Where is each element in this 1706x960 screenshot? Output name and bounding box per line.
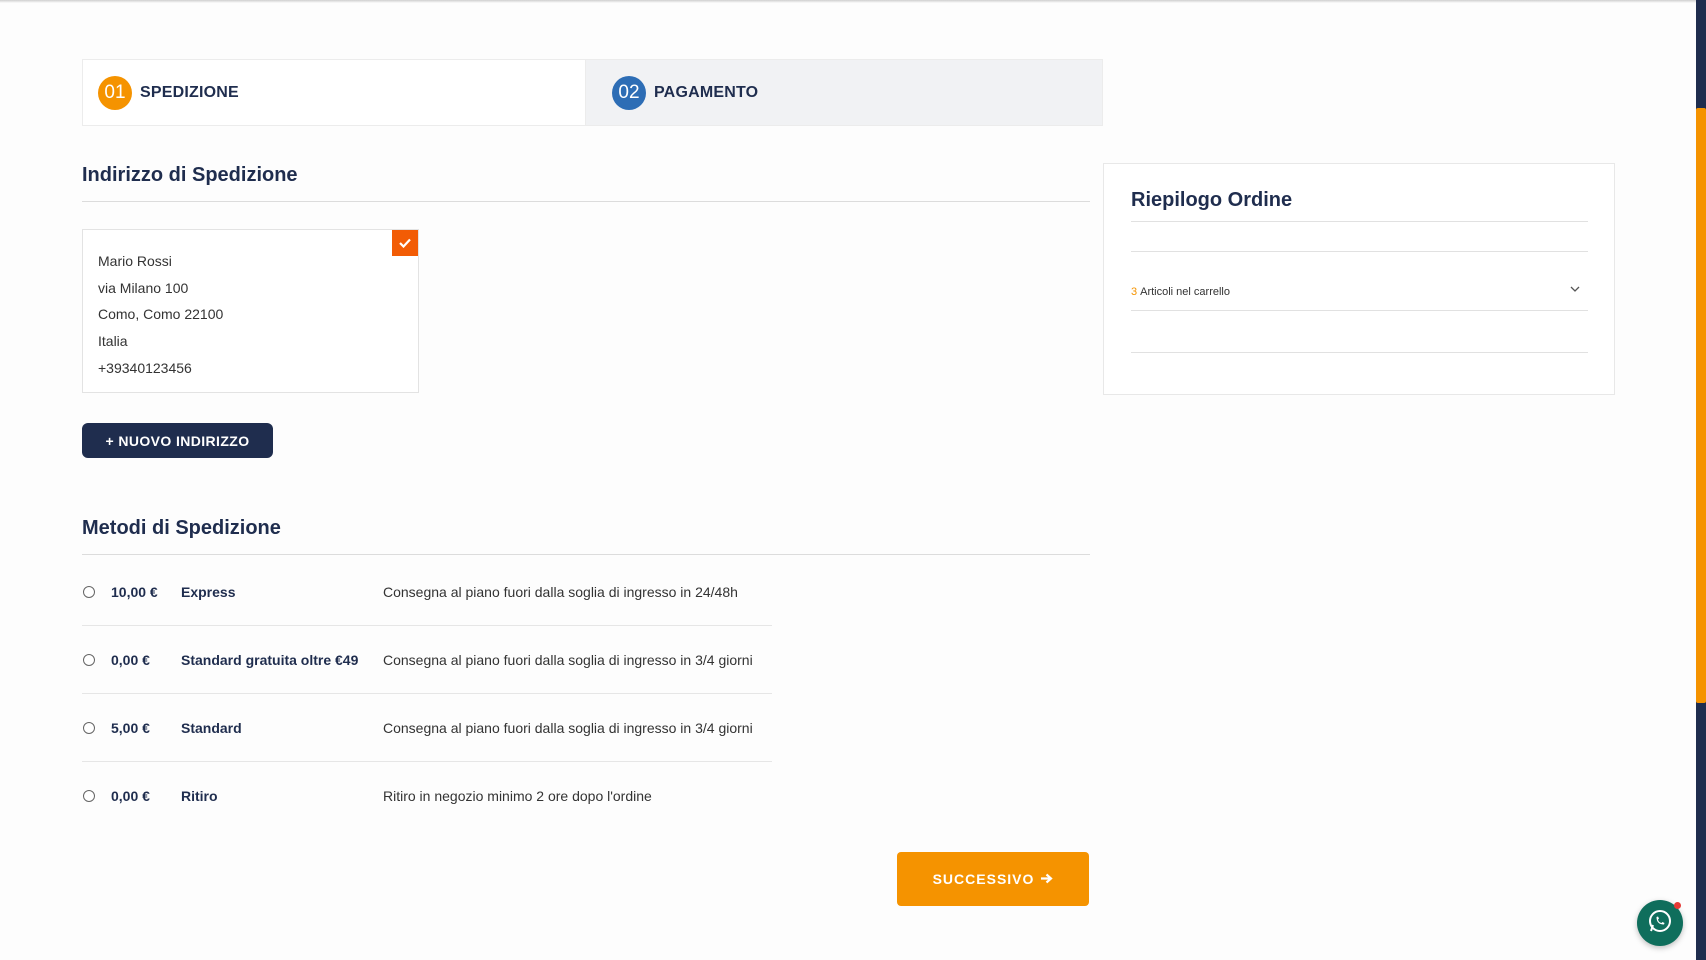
shipping-option[interactable]: 0,00 € Standard gratuita oltre €49 Conse… [82,626,772,694]
radio-button[interactable] [83,585,95,598]
divider [1131,251,1588,252]
step-shipping[interactable]: 01 SPEDIZIONE [82,59,585,126]
step-label: SPEDIZIONE [140,83,239,101]
shipping-methods-header: Metodi di Spedizione [82,517,1090,555]
address-city: Como, Como 22100 [98,306,224,323]
checkout-steps: 01 SPEDIZIONE 02 PAGAMENTO [82,59,1103,126]
radio-button[interactable] [83,789,95,802]
address-name: Mario Rossi [98,253,172,269]
step-payment[interactable]: 02 PAGAMENTO [585,59,1103,126]
divider [1131,352,1588,353]
option-description: Consegna al piano fuori dalla soglia di … [383,719,753,736]
option-name: Standard gratuita oltre €49 [181,651,359,668]
check-icon[interactable] [392,230,418,256]
option-description: Consegna al piano fuori dalla soglia di … [383,583,738,600]
address-phone: +39340123456 [98,359,192,376]
cart-count: 3 [1131,286,1138,298]
arrow-right-icon [1040,871,1054,887]
option-name: Express [181,583,236,600]
address-country: Italia [98,333,128,350]
address-card[interactable]: Mario Rossi via Milano 100 Como, Como 22… [82,229,419,393]
option-name: Standard [181,719,242,736]
next-label: SUCCESSIVO [932,871,1035,887]
next-button[interactable]: SUCCESSIVO [897,852,1089,906]
address-street: via Milano 100 [98,279,189,296]
scrollbar-thumb[interactable] [1696,108,1706,703]
summary-title: Riepilogo Ordine [1131,189,1293,211]
step-number: 01 [98,75,132,110]
step-label: PAGAMENTO [654,83,759,101]
whatsapp-chat-button[interactable] [1637,900,1683,946]
option-price: 10,00 € [111,583,158,600]
order-summary: Riepilogo Ordine 3 Articoli nel carrello [1103,163,1615,395]
shipping-methods-list: 10,00 € Express Consegna al piano fuori … [82,575,772,846]
radio-button[interactable] [83,653,95,666]
shipping-address-header: Indirizzo di Spedizione [82,164,1090,202]
shipping-option[interactable]: 0,00 € Ritiro Ritiro in negozio minimo 2… [82,762,772,829]
option-price: 5,00 € [111,719,150,736]
top-shadow [0,0,1696,3]
shipping-option[interactable]: 10,00 € Express Consegna al piano fuori … [82,558,772,626]
cart-items-toggle[interactable]: 3 Articoli nel carrello [1131,282,1588,302]
radio-button[interactable] [83,721,95,734]
option-name: Ritiro [181,787,218,804]
divider [1131,310,1588,311]
notification-dot [1674,902,1681,909]
option-price: 0,00 € [111,787,150,804]
section-title: Metodi di Spedizione [82,517,281,539]
option-description: Consegna al piano fuori dalla soglia di … [383,651,753,668]
option-price: 0,00 € [111,651,150,668]
new-address-button[interactable]: + NUOVO INDIRIZZO [82,423,273,458]
step-number: 02 [612,75,646,110]
divider [1131,221,1588,222]
option-description: Ritiro in negozio minimo 2 ore dopo l'or… [383,787,652,804]
whatsapp-icon [1647,908,1673,939]
chevron-down-icon[interactable] [1570,282,1580,296]
cart-text: Articoli nel carrello [1140,286,1230,298]
section-title: Indirizzo di Spedizione [82,164,298,186]
shipping-option[interactable]: 5,00 € Standard Consegna al piano fuori … [82,694,772,762]
